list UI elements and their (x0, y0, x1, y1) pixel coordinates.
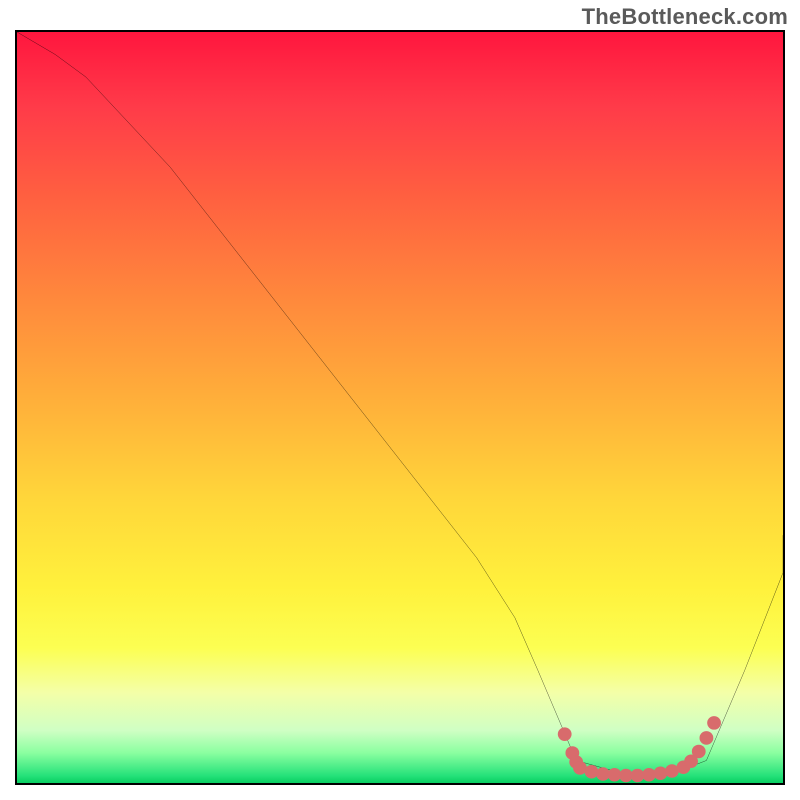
optimal-dot (700, 731, 714, 745)
watermark-text: TheBottleneck.com (582, 4, 788, 30)
optimal-dot (654, 766, 668, 780)
optimal-dot (692, 745, 706, 759)
curve-layer (17, 32, 783, 783)
optimal-dot (707, 716, 721, 730)
optimal-dot (558, 727, 572, 741)
chart-frame: TheBottleneck.com (0, 0, 800, 800)
bottleneck-curve-path (17, 32, 783, 775)
plot-area (15, 30, 785, 785)
optimal-range-dots (558, 716, 721, 782)
optimal-dot (585, 765, 599, 779)
